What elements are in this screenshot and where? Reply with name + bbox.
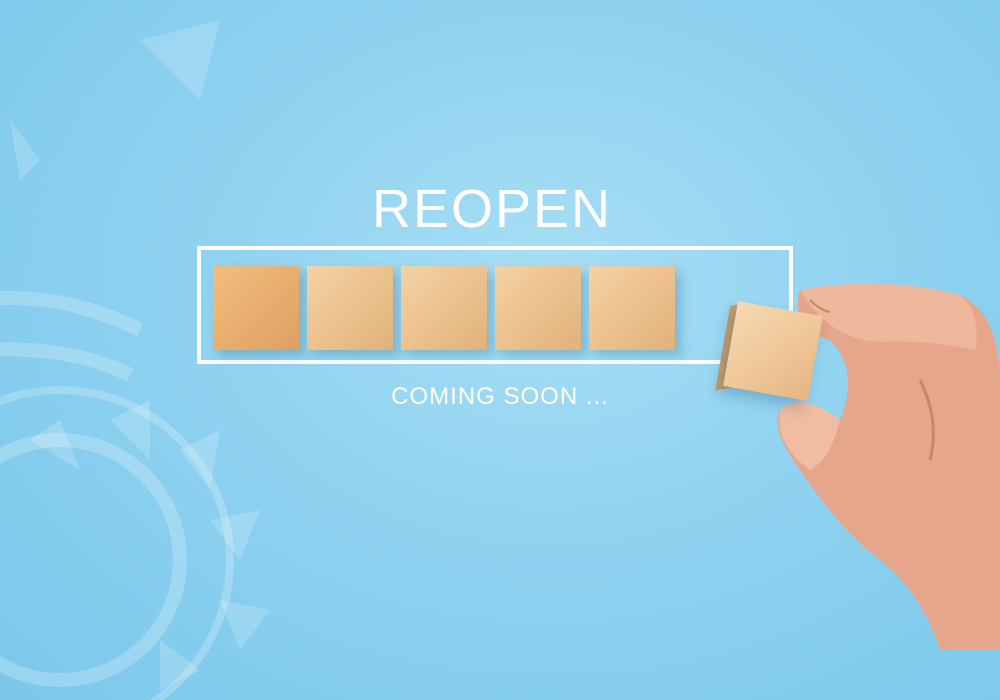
progress-block — [589, 266, 675, 350]
headline: REOPEN — [371, 179, 613, 239]
scene: REOPEN COMING SOON ... — [0, 0, 1000, 700]
progress-block — [307, 266, 393, 350]
progress-block — [401, 266, 487, 350]
progress-block — [213, 266, 299, 350]
progress-block-in-hand — [723, 301, 823, 401]
progress-block — [495, 266, 581, 350]
